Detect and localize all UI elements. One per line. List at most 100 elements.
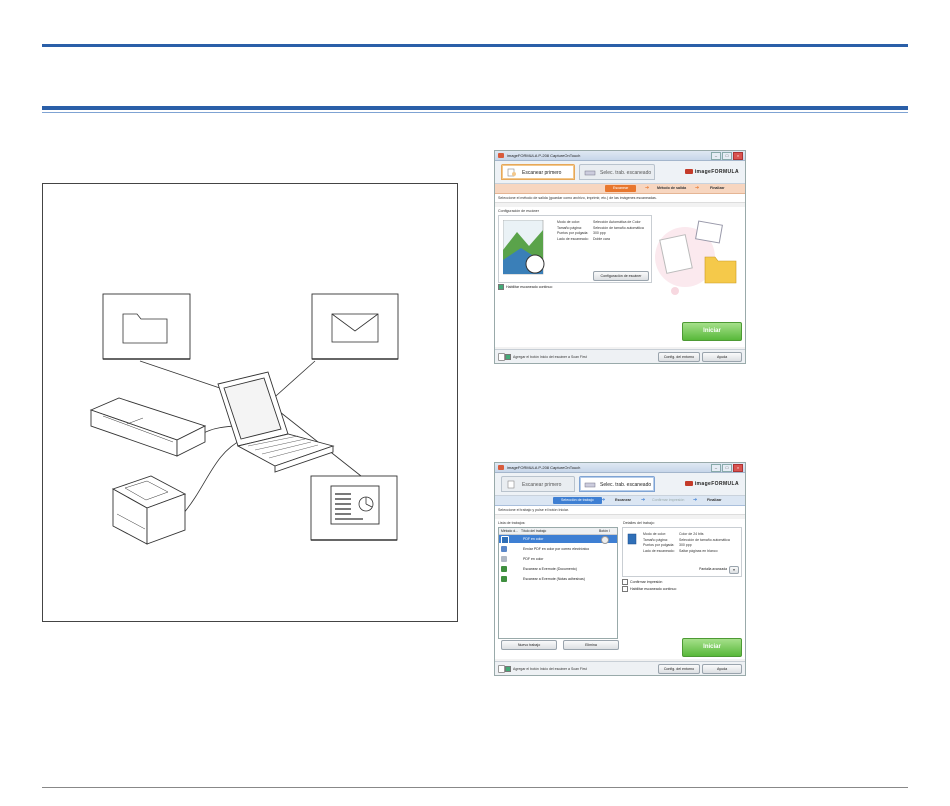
advanced-toggle-button[interactable]: ▾: [729, 566, 739, 574]
canon-mark-icon: [684, 169, 693, 175]
job-details-group: Modo de color: Tamaño página: Puntos por …: [622, 527, 742, 577]
step-arrow-icon: ➔: [695, 185, 700, 191]
job-row[interactable]: Escanear a Evernote (Notas adhesivas): [499, 575, 617, 583]
job-list: Método d... Título del trabajo Botón I P…: [498, 527, 618, 639]
cable-printer: [182, 438, 244, 515]
group-title: Configuración de escáner: [498, 209, 539, 213]
footer-bar: Agregar el botón Inicio del escáner a Sc…: [495, 349, 745, 363]
brand-logo: imageFORMULA: [684, 169, 739, 175]
brand-logo: imageFORMULA: [684, 481, 739, 487]
app-window-select-job: imageFORMULA P-208 CaptureOnTouch – □ × …: [494, 462, 746, 676]
step-finish: Finalizar: [710, 186, 725, 190]
tab-row: Escanear primero Selec. trab. escaneado …: [495, 161, 745, 184]
scanner-icon: [584, 170, 596, 176]
tab-label: Selec. trab. escaneado: [600, 170, 652, 176]
detail-keys: Modo de color: Tamaño página: Puntos por …: [643, 532, 675, 553]
envelope-icon: [331, 313, 379, 343]
close-button[interactable]: ×: [733, 152, 743, 160]
titlebar: imageFORMULA P-208 CaptureOnTouch – □ ×: [495, 151, 745, 161]
minimize-button[interactable]: –: [711, 464, 721, 472]
step-scan: Escanear: [605, 185, 637, 192]
hand-icon: [507, 480, 515, 489]
footer-rule: [42, 787, 908, 788]
tab-scan-first[interactable]: Escanear primero: [501, 476, 575, 492]
header-rule-top: [42, 44, 908, 47]
scanner-settings-group: Modo de color: Tamaño página: Puntos por …: [498, 215, 652, 283]
checkbox-icon: [622, 586, 628, 592]
main-panel: Configuración de escáner Modo de color: T…: [495, 207, 745, 347]
tab-row: Escanear primero Selec. trab. escaneado …: [495, 473, 745, 496]
instruction-text: Seleccione el trabajo y pulse el botón I…: [495, 506, 745, 515]
help-button[interactable]: Ayuda: [702, 352, 742, 362]
footer-checkbox[interactable]: Agregar el botón Inicio del escáner a Sc…: [505, 666, 587, 672]
start-button[interactable]: Iniciar: [682, 638, 742, 657]
scan-button-icon: [601, 536, 609, 544]
confirm-print-checkbox[interactable]: Confirmar impresión: [622, 579, 662, 585]
continuous-scan-checkbox[interactable]: Habilitar escaneado continuo: [622, 586, 676, 592]
start-button[interactable]: Iniciar: [682, 322, 742, 341]
touch-icon: [498, 353, 505, 361]
scanner-config-button[interactable]: Configuración de escáner: [593, 271, 649, 281]
step-bar: Escanear ➔ Método de salida ➔ Finalizar: [495, 184, 745, 194]
main-panel: Lista de trabajos: Método d... Título de…: [495, 519, 745, 659]
touch-icon: [498, 665, 505, 673]
pdf-icon: [627, 533, 637, 545]
help-button[interactable]: Ayuda: [702, 664, 742, 674]
app-icon: [498, 153, 504, 158]
close-button[interactable]: ×: [733, 464, 743, 472]
environment-settings-button[interactable]: Config. del entorno: [658, 664, 700, 674]
window-title: imageFORMULA P-208 CaptureOnTouch: [507, 465, 581, 470]
step-arrow-icon: ➔: [601, 497, 606, 503]
step-scan: Escanear: [615, 498, 631, 502]
laptop: [217, 371, 335, 473]
step-output: Método de salida: [657, 186, 687, 190]
step-confirm-print: Confirmar impresión: [652, 498, 685, 502]
job-details-title: Detalles del trabajo:: [623, 521, 655, 525]
output-illustration: [655, 220, 737, 295]
step-bar: Selección de trabajo ➔ Escanear ➔ Confir…: [495, 496, 745, 506]
tab-select-job[interactable]: Selec. trab. escaneado: [579, 164, 655, 180]
delete-job-button[interactable]: Elimina: [563, 640, 619, 650]
instruction-text: Seleccione el método de salida (guardar …: [495, 194, 745, 203]
footer-checkbox[interactable]: Agregar el botón Inicio del escáner a Sc…: [505, 354, 587, 360]
step-arrow-icon: ➔: [693, 497, 698, 503]
continuous-scan-checkbox[interactable]: Habilitar escaneado continuo: [498, 284, 552, 290]
step-select-job: Selección de trabajo: [553, 497, 602, 504]
app-window-scan-first: imageFORMULA P-208 CaptureOnTouch – □ × …: [494, 150, 746, 364]
footer-bar: Agregar el botón Inicio del escáner a Sc…: [495, 661, 745, 675]
step-arrow-icon: ➔: [641, 497, 646, 503]
evernote-icon: [501, 566, 507, 572]
checkbox-icon: [498, 284, 504, 290]
tab-label: Selec. trab. escaneado: [600, 482, 652, 488]
detail-values: Color de 24 bits Selección de tamaño auto…: [679, 532, 730, 553]
scan-preview-icon: [503, 220, 545, 275]
maximize-button[interactable]: □: [722, 152, 732, 160]
minimize-button[interactable]: –: [711, 152, 721, 160]
email-icon: [501, 546, 507, 552]
hand-icon: [507, 168, 516, 177]
workflow-diagram: [89, 293, 399, 545]
folder-panel: [102, 293, 191, 360]
folder-icon: [704, 256, 737, 284]
setting-keys: Modo de color: Tamaño página: Puntos por …: [557, 220, 589, 241]
scanner-icon: [584, 482, 596, 488]
maximize-button[interactable]: □: [722, 464, 732, 472]
tab-scan-first[interactable]: Escanear primero: [501, 164, 575, 180]
workflow-illustration: [42, 183, 458, 622]
tab-label: Escanear primero: [522, 482, 562, 488]
environment-settings-button[interactable]: Config. del entorno: [658, 352, 700, 362]
setting-values: Selección Automática de Color Selección d…: [593, 220, 644, 241]
job-row[interactable]: Escanear a Evernote (Documento): [499, 565, 617, 573]
pdf-icon: [501, 536, 509, 544]
job-row[interactable]: Enviar PDF en color por correo electróni…: [499, 545, 617, 553]
pdf-icon: [501, 556, 507, 562]
advanced-view-label: Pantalla avanzada: [699, 567, 727, 571]
job-list-title: Lista de trabajos:: [498, 521, 526, 525]
new-job-button[interactable]: Nuevo trabajo: [501, 640, 557, 650]
job-row[interactable]: PDF en color: [499, 555, 617, 563]
scanner: [89, 397, 207, 457]
job-row[interactable]: PDF en color: [499, 535, 617, 544]
tab-select-job[interactable]: Selec. trab. escaneado: [579, 476, 655, 492]
checkbox-icon: [622, 579, 628, 585]
document-panel: [310, 475, 398, 541]
